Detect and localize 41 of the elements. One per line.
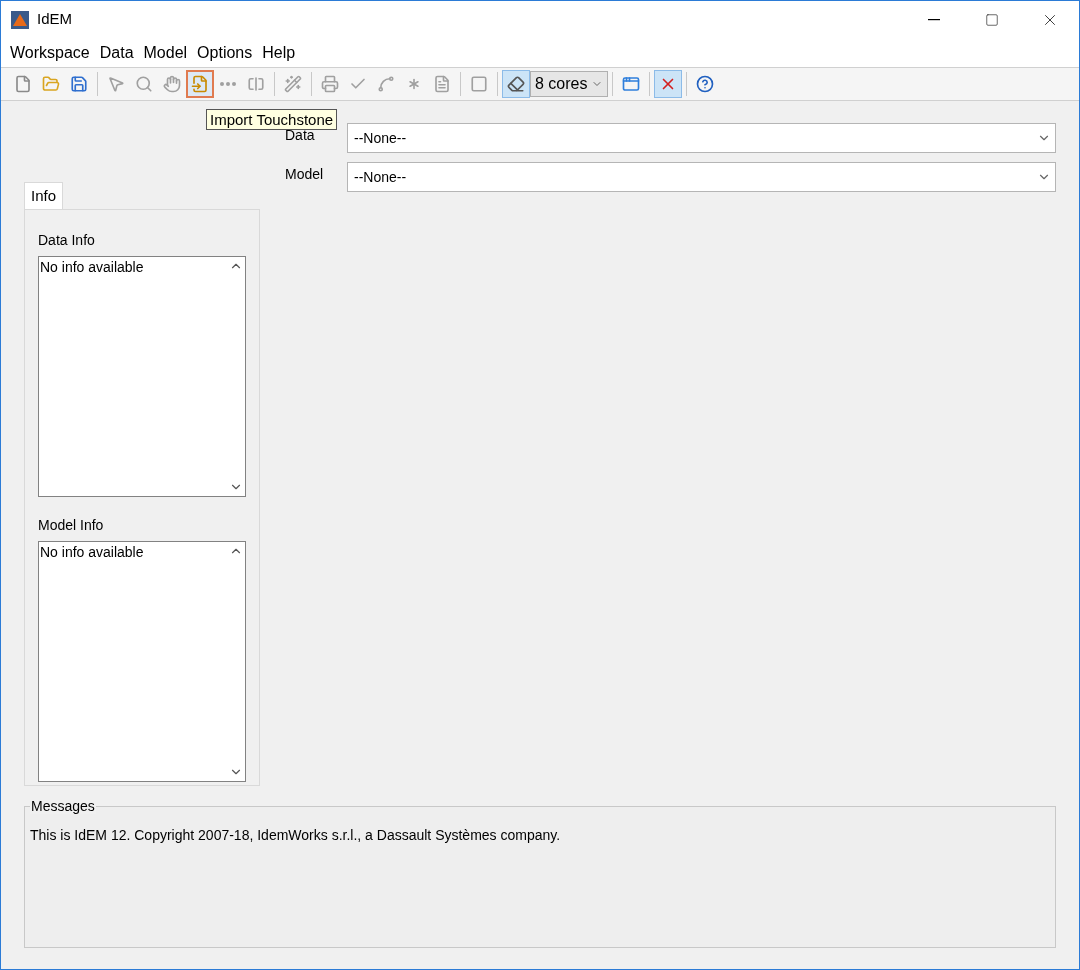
toolbar-button[interactable] [186,70,214,98]
info-text-area[interactable]: No info available [38,256,246,497]
menu-item[interactable]: Help [257,40,301,65]
tooltip: Import Touchstone [206,109,338,130]
info-text-area[interactable]: No info available [38,541,246,782]
selector-dropdown[interactable]: --None-- [347,123,1056,153]
pointer-icon [107,75,125,93]
menu-item[interactable]: Options [192,40,258,65]
window-icon [622,75,640,93]
toolbar-button[interactable] [502,70,530,98]
dotted-line-icon [219,81,237,87]
box-label: Data Info [38,231,96,250]
hand-icon [163,75,181,93]
arc-icon [377,75,395,93]
app-logo-icon [11,10,29,29]
toolbar-button[interactable] [654,70,682,98]
box-label: Model Info [38,516,105,535]
document-icon [433,75,451,93]
printer-icon [321,75,339,93]
tab[interactable]: Info [24,182,64,209]
help-icon [696,75,714,93]
menu-item[interactable]: Model [138,40,193,65]
folder-icon [42,75,60,93]
minimize-icon [928,18,940,21]
page-icon [14,75,32,93]
eraser-icon [507,75,525,93]
field-label: Model [285,164,325,184]
save-icon [70,75,88,93]
group-title: Messages [30,798,96,814]
magnifier-icon [135,75,153,93]
selector-dropdown[interactable]: --None-- [347,162,1056,192]
bar-icon [247,75,265,93]
maximize-icon [985,12,999,27]
square-icon [470,75,488,93]
window-title: IdEM [37,9,72,30]
import-icon [191,75,209,93]
menu-item[interactable]: Workspace [5,40,95,65]
message-text: This is IdEM 12. Copyright 2007-18, IdemWorks s.r.l., a Dassault Systèmes company. [30,827,561,843]
cores-dropdown[interactable]: 8 cores [530,71,608,97]
wand-icon [284,75,302,93]
menu-item[interactable]: Data [94,40,139,65]
